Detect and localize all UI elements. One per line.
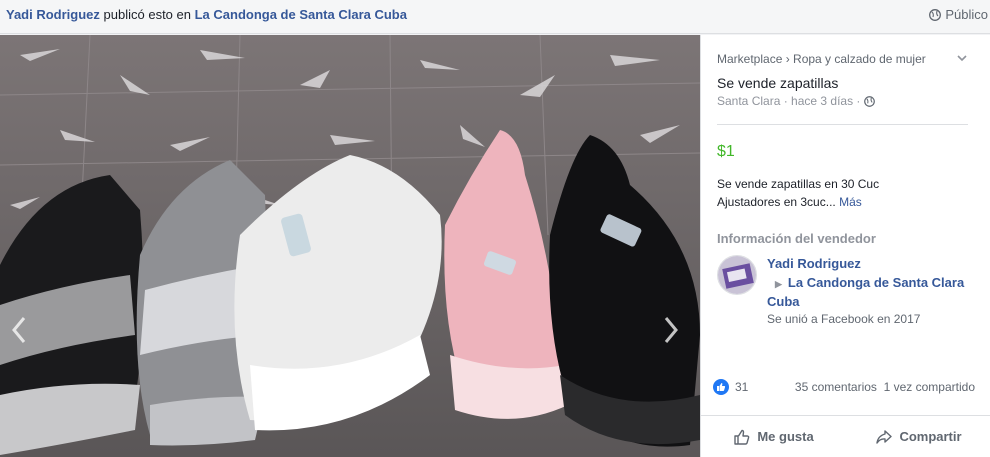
post-header: Yadi Rodriguez publicó esto en La Candon… — [0, 0, 990, 34]
next-photo-arrow-icon[interactable] — [662, 315, 680, 345]
share-label: Compartir — [899, 429, 962, 444]
globe-icon — [929, 8, 942, 21]
shares-count[interactable]: 1 vez compartido — [884, 380, 975, 394]
see-more-link[interactable]: Más — [839, 195, 862, 209]
group-name-link[interactable]: La Candonga de Santa Clara Cuba — [195, 7, 407, 22]
listing-description: Se vende zapatillas en 30 Cuc Ajustadore… — [717, 175, 977, 211]
post-actions: Me gusta Compartir — [701, 415, 990, 457]
post-header-text: Yadi Rodriguez publicó esto en La Candon… — [6, 7, 407, 22]
seller-avatar[interactable] — [717, 255, 757, 295]
avatar-image — [718, 256, 756, 294]
sneakers-photo — [0, 35, 700, 457]
seller-group: ▶ La Candonga de Santa Clara Cuba — [767, 274, 977, 311]
globe-icon — [864, 95, 876, 107]
seller-info-heading: Información del vendedor — [717, 231, 876, 246]
listing-location-time: Santa Clara · hace 3 días · — [717, 94, 861, 108]
privacy-label: Público — [945, 7, 988, 22]
chevron-down-icon[interactable] — [956, 52, 968, 64]
privacy-indicator[interactable]: Público — [929, 7, 988, 22]
listing-title: Se vende zapatillas — [717, 75, 839, 91]
previous-photo-arrow-icon[interactable] — [10, 315, 28, 345]
share-button[interactable]: Compartir — [846, 416, 990, 457]
thumbs-up-icon — [717, 383, 726, 391]
seller-group-link[interactable]: La Candonga de Santa Clara Cuba — [767, 275, 964, 309]
post-action-text: publicó esto en — [103, 7, 191, 22]
like-label: Me gusta — [757, 429, 814, 444]
breadcrumb[interactable]: Marketplace › Ropa y calzado de mujer — [717, 52, 926, 66]
listing-photo[interactable] — [0, 35, 700, 457]
like-count[interactable]: 31 — [735, 380, 795, 394]
listing-price: $1 — [717, 143, 735, 160]
share-icon — [876, 429, 893, 444]
description-line-1: Se vende zapatillas en 30 Cuc — [717, 177, 880, 191]
like-reaction-icon[interactable] — [713, 379, 729, 395]
comments-count[interactable]: 35 comentarios — [795, 380, 877, 394]
engagement-summary: 31 35 comentarios 1 vez compartido — [713, 379, 975, 395]
seller-joined: Se unió a Facebook en 2017 — [767, 312, 921, 326]
listing-meta: Santa Clara · hace 3 días · — [717, 94, 876, 108]
divider — [717, 124, 968, 125]
seller-name-link[interactable]: Yadi Rodriguez — [767, 256, 861, 271]
like-button[interactable]: Me gusta — [701, 416, 846, 457]
poster-name-link[interactable]: Yadi Rodriguez — [6, 7, 100, 22]
description-line-2: Ajustadores en 3cuc... — [717, 195, 836, 209]
caret-right-icon: ▶ — [775, 279, 782, 289]
thumbs-up-icon — [734, 429, 750, 445]
listing-details-panel: Marketplace › Ropa y calzado de mujer Se… — [700, 35, 990, 457]
